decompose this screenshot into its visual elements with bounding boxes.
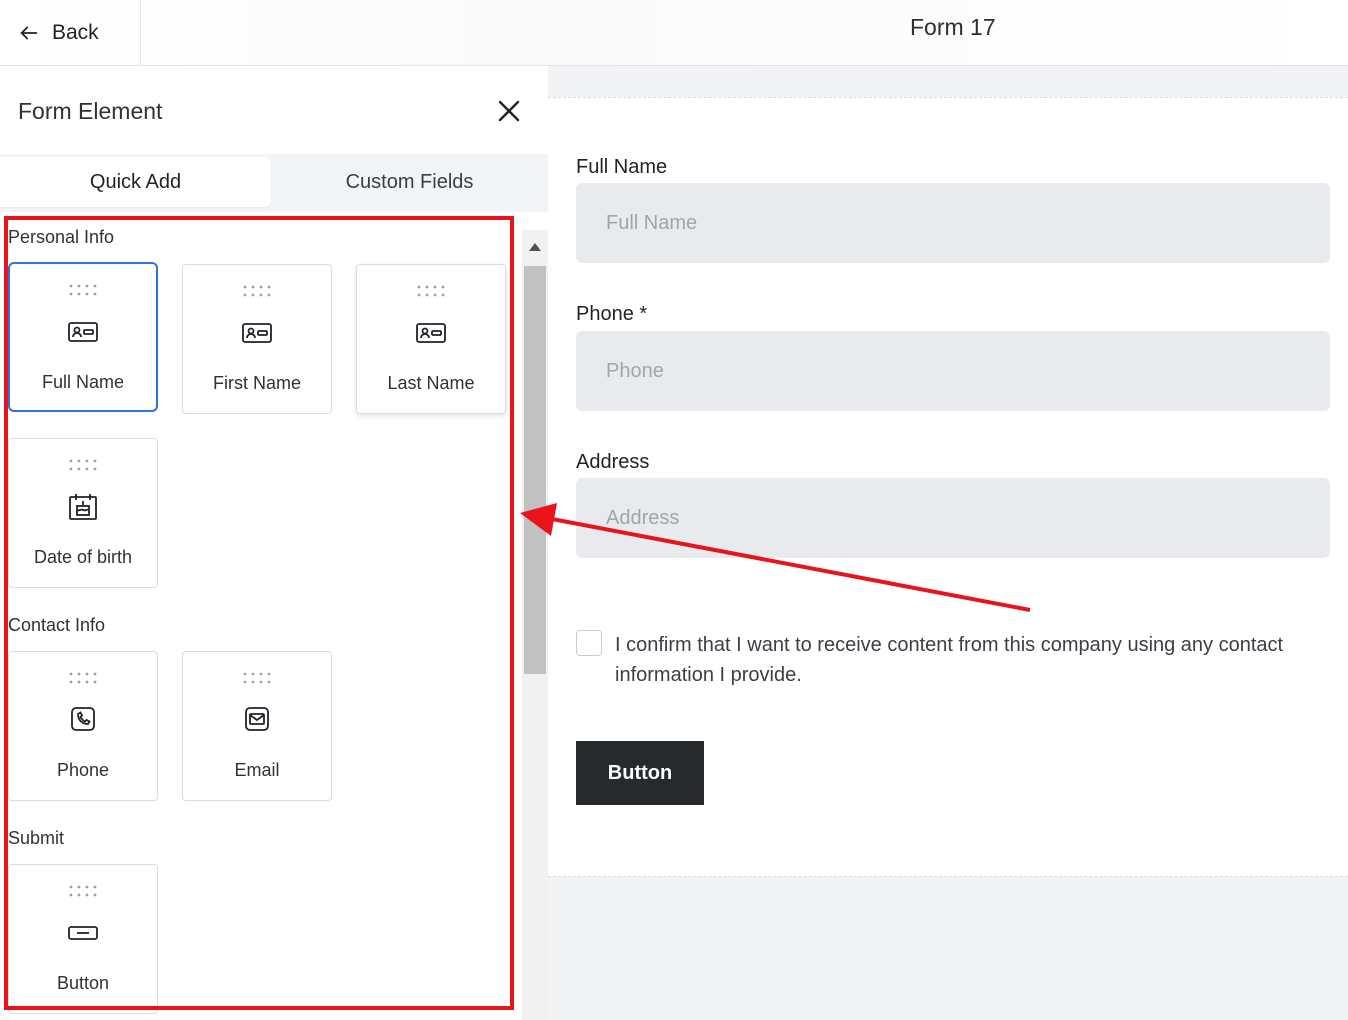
form-preview: Full Name Full Name Phone * Phone Addres… bbox=[548, 97, 1348, 877]
drag-handle-icon bbox=[417, 285, 445, 297]
element-card-last-name[interactable]: Last Name bbox=[356, 264, 506, 414]
arrow-left-icon bbox=[20, 26, 38, 40]
element-card-label: First Name bbox=[212, 373, 301, 393]
panel-header: Form Element bbox=[0, 66, 548, 154]
id-card-icon bbox=[416, 323, 446, 343]
submit-button[interactable]: Button bbox=[576, 741, 704, 805]
button-icon bbox=[68, 926, 98, 940]
section-title-submit: Submit bbox=[8, 828, 65, 848]
address-label: Address bbox=[576, 451, 650, 473]
caret-up-icon bbox=[529, 243, 541, 251]
drag-handle-icon bbox=[243, 285, 271, 297]
element-card-phone[interactable]: Phone bbox=[8, 651, 158, 801]
tab-custom-fields[interactable]: Custom Fields bbox=[271, 157, 548, 207]
element-card-label: Last Name bbox=[387, 373, 475, 393]
address-input[interactable]: Address bbox=[576, 478, 1330, 558]
drag-handle-icon bbox=[69, 672, 97, 684]
scroll-thumb[interactable] bbox=[524, 266, 546, 674]
form-canvas: Full Name Full Name Phone * Phone Addres… bbox=[548, 66, 1348, 1020]
element-card-date-of-birth[interactable]: Date of birth bbox=[8, 438, 158, 588]
id-card-icon bbox=[242, 323, 272, 343]
element-card-label: Phone bbox=[56, 760, 110, 780]
panel-scrollbar[interactable] bbox=[522, 230, 548, 1020]
tab-bar: Quick Add Custom Fields bbox=[0, 154, 548, 212]
back-label: Back bbox=[52, 21, 99, 44]
consent-checkbox[interactable] bbox=[576, 630, 602, 656]
mail-icon bbox=[245, 707, 269, 731]
element-card-button[interactable]: Button bbox=[8, 864, 158, 1014]
form-element-panel: Form Element Quick Add Custom Fields Per… bbox=[0, 66, 548, 1020]
phone-icon bbox=[71, 707, 95, 731]
close-icon bbox=[498, 100, 520, 122]
section-title-contact-info: Contact Info bbox=[8, 615, 106, 635]
form-title: Form 17 bbox=[910, 14, 996, 40]
element-card-email[interactable]: Email bbox=[182, 651, 332, 801]
element-card-label: Full Name bbox=[41, 372, 125, 392]
full-name-label: Full Name bbox=[576, 156, 668, 178]
drag-handle-icon bbox=[69, 885, 97, 897]
birthday-cake-icon bbox=[69, 494, 97, 520]
consent-text: I confirm that I want to receive content… bbox=[615, 634, 1284, 686]
section-title-personal-info: Personal Info bbox=[8, 227, 115, 247]
full-name-input[interactable]: Full Name bbox=[576, 183, 1330, 263]
id-card-icon bbox=[68, 322, 98, 342]
close-button[interactable] bbox=[496, 98, 522, 124]
panel-title: Form Element bbox=[18, 98, 163, 124]
phone-input[interactable]: Phone bbox=[576, 331, 1330, 411]
element-card-label: Date of birth bbox=[33, 547, 133, 567]
element-card-full-name[interactable]: Full Name bbox=[8, 262, 158, 412]
scroll-up-button[interactable] bbox=[522, 230, 548, 264]
drag-handle-icon bbox=[69, 284, 97, 296]
tab-quick-add[interactable]: Quick Add bbox=[0, 157, 271, 207]
drag-handle-icon bbox=[243, 672, 271, 684]
drag-handle-icon bbox=[69, 459, 97, 471]
top-bar: Back Form 17 bbox=[0, 0, 1348, 66]
element-card-first-name[interactable]: First Name bbox=[182, 264, 332, 414]
phone-label: Phone * bbox=[576, 303, 648, 325]
element-card-label: Button bbox=[56, 973, 110, 993]
element-card-label: Email bbox=[234, 760, 280, 780]
back-button[interactable]: Back bbox=[0, 0, 141, 66]
